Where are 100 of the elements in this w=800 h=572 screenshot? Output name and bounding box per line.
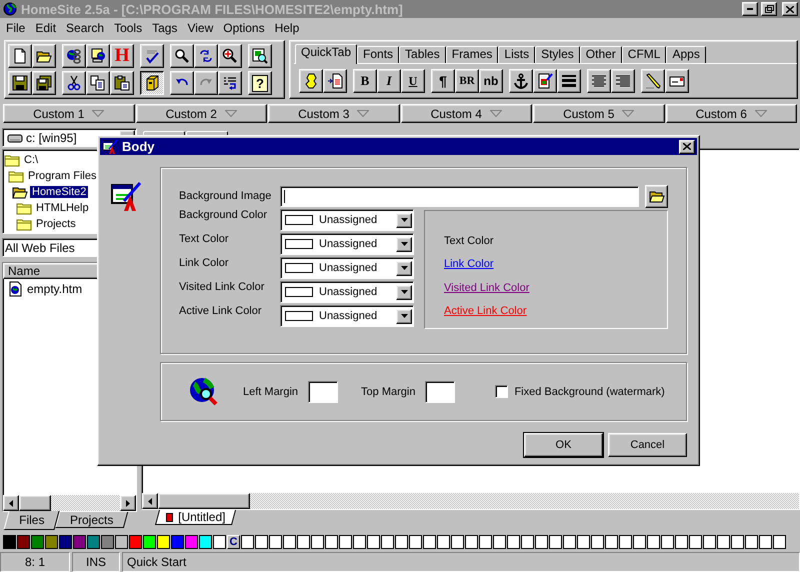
save-button[interactable] — [8, 71, 32, 95]
color-swatch[interactable] — [759, 535, 772, 549]
color-swatch[interactable] — [339, 535, 352, 549]
tree-item[interactable]: Program Files — [26, 170, 98, 182]
file-name[interactable]: empty.htm — [27, 282, 82, 296]
color-swatch[interactable] — [549, 535, 562, 549]
color-swatch[interactable] — [619, 535, 632, 549]
word-wrap-button[interactable] — [218, 71, 242, 95]
color-swatch[interactable] — [213, 535, 226, 549]
color-swatch[interactable] — [73, 535, 86, 549]
color-swatch[interactable] — [647, 535, 660, 549]
scroll-left-button[interactable] — [142, 493, 158, 509]
dialog-button[interactable]: OK — [524, 433, 603, 457]
dropdown-button[interactable] — [396, 236, 412, 252]
new-file-button[interactable] — [8, 44, 32, 68]
color-swatch[interactable] — [311, 535, 324, 549]
dropdown-button[interactable] — [396, 284, 412, 300]
color-swatch[interactable] — [31, 535, 44, 549]
color-swatch[interactable] — [521, 535, 534, 549]
tree-item[interactable]: Projects — [34, 218, 78, 230]
tab[interactable]: Lists — [498, 46, 536, 63]
anchor-button[interactable] — [509, 69, 533, 93]
custom-toolbar-button[interactable]: Custom 3 — [268, 104, 400, 123]
color-swatch[interactable] — [143, 535, 156, 549]
color-swatch[interactable] — [745, 535, 758, 549]
color-swatch[interactable] — [3, 535, 16, 549]
color-swatch[interactable] — [451, 535, 464, 549]
tag-chooser-button[interactable] — [140, 71, 164, 95]
color-swatch[interactable] — [465, 535, 478, 549]
input-field[interactable] — [308, 380, 338, 402]
image-button[interactable] — [533, 69, 557, 93]
scroll-thumb[interactable] — [19, 495, 51, 511]
color-swatch[interactable] — [507, 535, 520, 549]
color-swatch[interactable] — [423, 535, 436, 549]
input-field[interactable] — [425, 380, 456, 402]
tag-button[interactable]: U — [401, 69, 425, 93]
color-swatch[interactable] — [563, 535, 576, 549]
color-swatch[interactable] — [115, 535, 128, 549]
tab[interactable]: Tables — [399, 46, 446, 63]
tag-button[interactable]: I — [377, 69, 401, 93]
tab[interactable]: Other — [580, 46, 622, 63]
color-swatch[interactable] — [129, 535, 142, 549]
input-field[interactable] — [280, 186, 639, 206]
color-swatch[interactable] — [185, 535, 198, 549]
close-button[interactable] — [782, 2, 798, 16]
copy-button[interactable] — [86, 71, 110, 95]
document-tab[interactable]: [Untitled] — [155, 510, 236, 525]
scroll-left-button[interactable] — [3, 495, 19, 511]
color-swatch[interactable] — [353, 535, 366, 549]
color-swatch[interactable] — [409, 535, 422, 549]
rule-button[interactable] — [557, 69, 581, 93]
color-swatch[interactable] — [717, 535, 730, 549]
color-swatch[interactable] — [171, 535, 184, 549]
color-select[interactable]: Unassigned — [280, 209, 414, 231]
color-swatch[interactable] — [255, 535, 268, 549]
color-swatch[interactable] — [241, 535, 254, 549]
color-swatch[interactable] — [479, 535, 492, 549]
color-swatch[interactable] — [535, 535, 548, 549]
custom-toolbar-button[interactable]: Custom 2 — [136, 104, 267, 123]
tree-item[interactable]: HTMLHelp — [34, 202, 91, 214]
color-swatch[interactable] — [633, 535, 646, 549]
scroll-thumb[interactable] — [158, 493, 250, 509]
link-check-button[interactable] — [62, 44, 86, 68]
dialog-button[interactable]: Cancel — [608, 433, 687, 457]
menu-item[interactable]: Search — [61, 20, 110, 34]
menu-item[interactable]: Tags — [147, 20, 182, 34]
custom-toolbar-button[interactable]: Custom 5 — [533, 104, 664, 123]
panel-tab[interactable]: Files — [3, 511, 60, 530]
dropdown-button[interactable] — [396, 260, 412, 276]
color-swatch[interactable] — [605, 535, 618, 549]
color-select[interactable]: Unassigned — [280, 233, 414, 255]
custom-toolbar-button[interactable]: Custom 4 — [400, 104, 532, 123]
color-swatch[interactable] — [437, 535, 450, 549]
color-swatch[interactable] — [661, 535, 674, 549]
zoom-button[interactable] — [218, 44, 242, 68]
color-swatch[interactable] — [703, 535, 716, 549]
spell-check-button[interactable] — [140, 44, 164, 68]
color-swatch[interactable] — [101, 535, 114, 549]
save-all-button[interactable] — [32, 71, 56, 95]
color-swatch[interactable] — [199, 535, 212, 549]
custom-color-button[interactable]: C — [227, 535, 240, 549]
pencil-button[interactable] — [641, 69, 665, 93]
color-swatch[interactable] — [577, 535, 590, 549]
color-swatch[interactable] — [367, 535, 380, 549]
tree-item[interactable]: C:\ — [22, 154, 40, 166]
tag-button[interactable]: BR — [455, 69, 479, 93]
restore-button[interactable] — [761, 2, 777, 16]
tree-item[interactable]: HomeSite2 — [30, 186, 88, 198]
color-swatch[interactable] — [87, 535, 100, 549]
cut-button[interactable] — [62, 71, 86, 95]
color-swatch[interactable] — [493, 535, 506, 549]
tag-button[interactable]: ¶ — [431, 69, 455, 93]
menu-item[interactable]: File — [1, 20, 30, 34]
menu-item[interactable]: Help — [270, 20, 304, 34]
close-button[interactable] — [679, 140, 695, 154]
tab[interactable]: Apps — [666, 46, 706, 63]
color-swatch[interactable] — [675, 535, 688, 549]
browse-button[interactable] — [645, 184, 668, 208]
color-swatch[interactable] — [731, 535, 744, 549]
find-button[interactable] — [170, 44, 194, 68]
